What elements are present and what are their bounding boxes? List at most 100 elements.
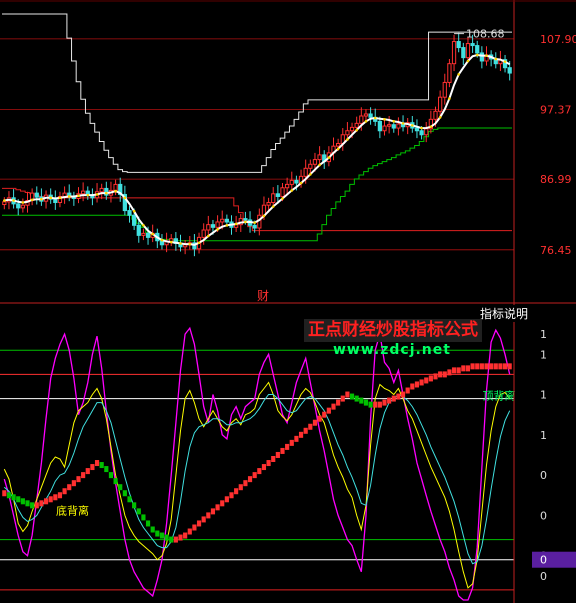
candle-body [206, 224, 211, 231]
ma-signal-dot [253, 221, 256, 224]
trend-block [62, 488, 67, 495]
trend-block [303, 427, 308, 434]
ma-signal-dot [271, 205, 275, 208]
trend-block [178, 534, 183, 541]
trend-block [507, 363, 512, 370]
indicator-panel: 111100000底背离顶背离 [0, 326, 576, 601]
trend-block [247, 476, 253, 483]
candle-body [252, 224, 257, 229]
trend-block [428, 375, 433, 382]
trend-block [243, 480, 248, 487]
candle-body [243, 218, 248, 221]
price-footer-label: 财 [257, 289, 270, 303]
ma-signal-dot [457, 73, 460, 76]
trend-block [132, 502, 137, 509]
candle-body [127, 210, 132, 216]
trend-block [127, 496, 132, 503]
trend-block [285, 443, 290, 450]
candle-body [201, 229, 206, 238]
trend-block [345, 391, 350, 398]
ma-signal-dot [30, 198, 34, 202]
trend-block [85, 468, 90, 475]
ma-line [4, 53, 511, 246]
ma-signal-dot [318, 163, 321, 167]
ma-signal-dot [299, 181, 303, 185]
ma-signal-dot [216, 228, 219, 231]
ma-signal-dot [373, 116, 377, 120]
candle-body [224, 218, 229, 223]
trend-block [308, 423, 313, 430]
trend-block [169, 536, 174, 543]
ma-signal-dot [169, 240, 173, 244]
trend-block [206, 512, 211, 519]
top-divergence-label: 顶背离 [483, 389, 516, 403]
trend-block [261, 464, 267, 471]
trend-block [104, 466, 109, 473]
trend-block [465, 365, 471, 372]
trend-block [215, 504, 220, 511]
candle-body [359, 115, 364, 124]
ma-signal-dot [411, 124, 414, 127]
price-tick-label: 86.99 [540, 173, 572, 186]
trend-block [108, 472, 114, 479]
trend-block [391, 395, 396, 402]
trend-block [317, 415, 322, 422]
ma-signal-dot [207, 234, 210, 238]
ma-signal-dot [364, 120, 368, 123]
ma-signal-dot [355, 128, 358, 132]
candle-body [210, 224, 216, 228]
candle-body [442, 81, 447, 98]
ma-signal-dot [160, 238, 164, 242]
trend-block [298, 431, 304, 438]
candle-body [220, 218, 225, 223]
trend-block [118, 484, 123, 491]
trend-block [90, 464, 95, 471]
price-tick-label: 107.90 [540, 33, 576, 46]
trend-block [396, 393, 401, 400]
candle-body [308, 163, 313, 169]
ma-signal-dot [503, 60, 507, 63]
trend-block [229, 492, 234, 499]
indicator-explanation-badge[interactable]: 指标说明 [478, 305, 531, 322]
candle-body [294, 179, 299, 184]
trend-block [48, 496, 53, 503]
candle-body [479, 52, 484, 62]
trend-block [424, 377, 429, 384]
candle-body [275, 193, 280, 197]
price-tick-label: 97.37 [540, 103, 572, 116]
ma-signal-dot [86, 193, 90, 197]
candle-body [377, 120, 382, 132]
candle-body [349, 126, 355, 132]
trend-block [271, 456, 276, 462]
peak-annotation-label: 108.68 [466, 28, 505, 41]
ma-signal-dot [225, 224, 229, 227]
trend-block [145, 520, 151, 527]
trend-block [414, 381, 420, 388]
indicator-tick-label: 0 [540, 570, 547, 583]
trend-block [122, 490, 127, 497]
ma-signal-dot [197, 241, 201, 245]
trend-block [312, 419, 318, 426]
trend-block [405, 387, 410, 394]
candle-body [285, 183, 290, 189]
ma-signal-dot [494, 57, 498, 61]
bottom-divergence-label: 底背离 [56, 503, 89, 517]
candle-body [451, 41, 457, 65]
trend-block [224, 496, 229, 503]
candle-body [507, 67, 512, 74]
trend-block [322, 411, 327, 418]
trend-block [20, 498, 25, 505]
ma-signal-dot [346, 138, 349, 141]
candle-body [363, 113, 369, 117]
candle-body [317, 154, 322, 161]
candle-body [113, 183, 118, 191]
candle-body [433, 110, 438, 120]
trend-block [475, 363, 480, 370]
trend-block [363, 399, 369, 406]
ma-signal-dot [485, 54, 488, 57]
ma-signal-dot [244, 220, 247, 224]
ma-signal-dot [40, 197, 43, 201]
candle-body [447, 63, 452, 83]
ma-signal-dot [262, 214, 266, 218]
trend-block [99, 462, 104, 469]
